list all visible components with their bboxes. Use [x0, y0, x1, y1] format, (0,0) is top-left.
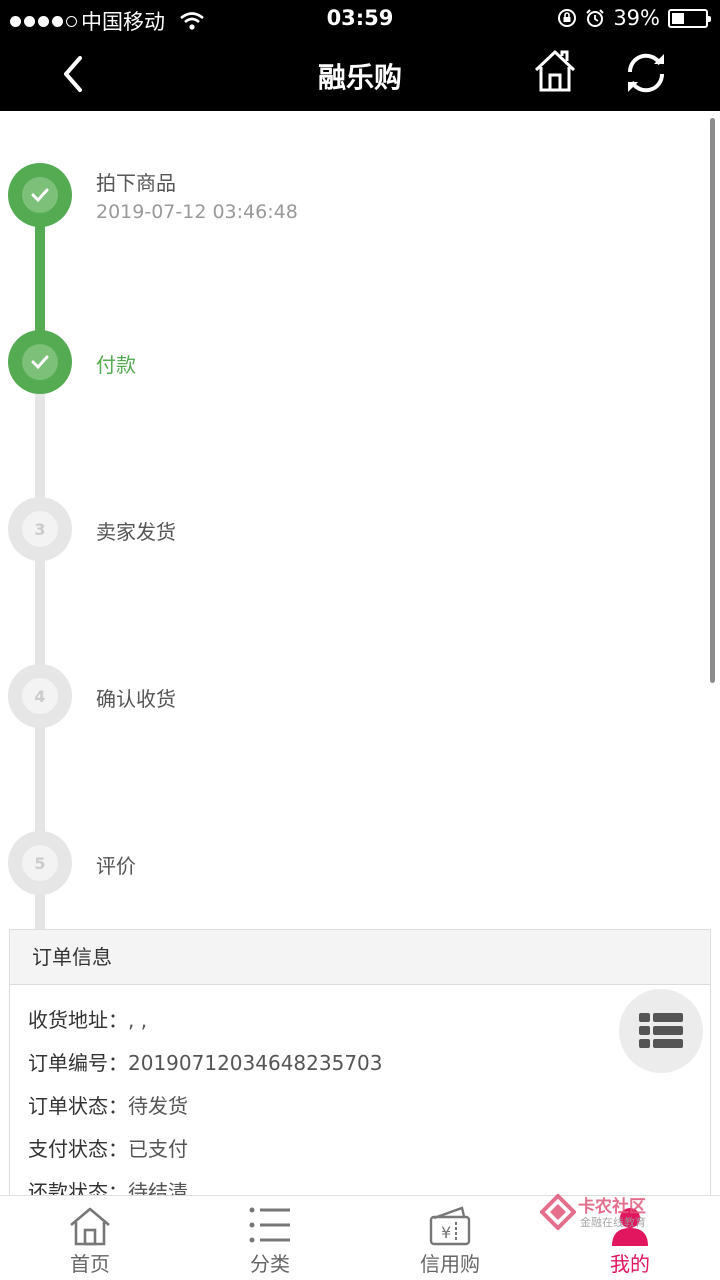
order-row-number: 订单编号：20190712034648235703: [28, 1047, 383, 1076]
timeline-step-2: 付款: [8, 330, 708, 394]
order-row-key: 收货地址：: [28, 1008, 128, 1032]
list-menu-icon: [639, 1013, 683, 1048]
order-progress-timeline: 拍下商品 2019-07-12 03:46:48 付款 3 卖家发货 4 确认收…: [0, 111, 720, 929]
watermark-logo: 卡农社区 金融在线教育: [540, 1190, 670, 1234]
order-row-payment: 支付状态：已支付: [28, 1133, 188, 1162]
watermark-logo-icon: [540, 1194, 576, 1230]
step-done-circle: [8, 163, 72, 227]
top-bar: 中国移动 03:59 39% 融乐购: [0, 0, 720, 111]
step-time: 2019-07-12 03:46:48: [96, 201, 298, 223]
page-title: 融乐购: [317, 61, 402, 94]
tab-label: 信用购: [420, 1252, 480, 1276]
timeline-step-1: 拍下商品 2019-07-12 03:46:48: [8, 163, 708, 227]
order-row-value: 已支付: [128, 1137, 188, 1161]
tab-home[interactable]: 首页: [0, 1196, 180, 1280]
order-row-value: 20190712034648235703: [128, 1051, 383, 1075]
wallet-icon: ¥: [429, 1206, 471, 1246]
order-row-value: 待发货: [128, 1094, 188, 1118]
order-row-key: 订单编号：: [28, 1051, 128, 1075]
timeline-step-3: 3 卖家发货: [8, 497, 708, 561]
step-pending-circle: 4: [8, 664, 72, 728]
tab-label: 我的: [610, 1252, 650, 1276]
home-icon[interactable]: [532, 48, 578, 94]
refresh-icon[interactable]: [622, 50, 670, 96]
order-row-key: 支付状态：: [28, 1137, 128, 1161]
step-label: 卖家发货: [96, 520, 176, 544]
home-outline-icon: [70, 1207, 110, 1246]
order-row-address: 收货地址：, ,: [28, 1004, 147, 1033]
watermark-subtitle: 金融在线教育: [580, 1216, 646, 1229]
status-bar: 中国移动 03:59 39%: [0, 0, 720, 38]
svg-text:¥: ¥: [441, 1223, 451, 1242]
step-number: 4: [22, 678, 58, 714]
scrollbar[interactable]: [710, 118, 715, 683]
order-row-value: , ,: [128, 1008, 148, 1032]
battery-percent: 39%: [613, 6, 660, 30]
order-row-status: 订单状态：待发货: [28, 1090, 188, 1119]
tab-category[interactable]: 分类: [180, 1196, 360, 1280]
status-right: 39%: [557, 6, 711, 30]
step-pending-circle: 5: [8, 831, 72, 895]
rotation-lock-icon: [558, 9, 577, 27]
timeline-step-5: 5 评价: [8, 831, 708, 895]
timeline-step-4: 4 确认收货: [8, 664, 708, 728]
step-number: 5: [22, 845, 58, 881]
step-label: 评价: [96, 854, 136, 878]
step-done-circle: [8, 330, 72, 394]
step-label: 确认收货: [96, 687, 176, 711]
step-number: 3: [22, 511, 58, 547]
step-label: 付款: [96, 353, 136, 377]
nav-bar: 融乐购: [0, 38, 720, 111]
order-row-key: 订单状态：: [28, 1094, 128, 1118]
order-info-panel: 订单信息 收货地址：, , 订单编号：20190712034648235703 …: [9, 929, 711, 1229]
step-label: 拍下商品: [96, 171, 176, 195]
tab-label: 首页: [70, 1252, 110, 1276]
order-info-header: 订单信息: [10, 930, 710, 985]
floating-menu-button[interactable]: [619, 989, 703, 1073]
alarm-icon: [586, 9, 605, 27]
category-list-icon: [249, 1207, 290, 1243]
check-icon: [31, 355, 49, 370]
check-icon: [31, 188, 49, 203]
step-pending-circle: 3: [8, 497, 72, 561]
tab-label: 分类: [250, 1252, 290, 1276]
battery-icon: [668, 8, 711, 28]
tab-credit-purchase[interactable]: ¥ 信用购: [360, 1196, 540, 1280]
